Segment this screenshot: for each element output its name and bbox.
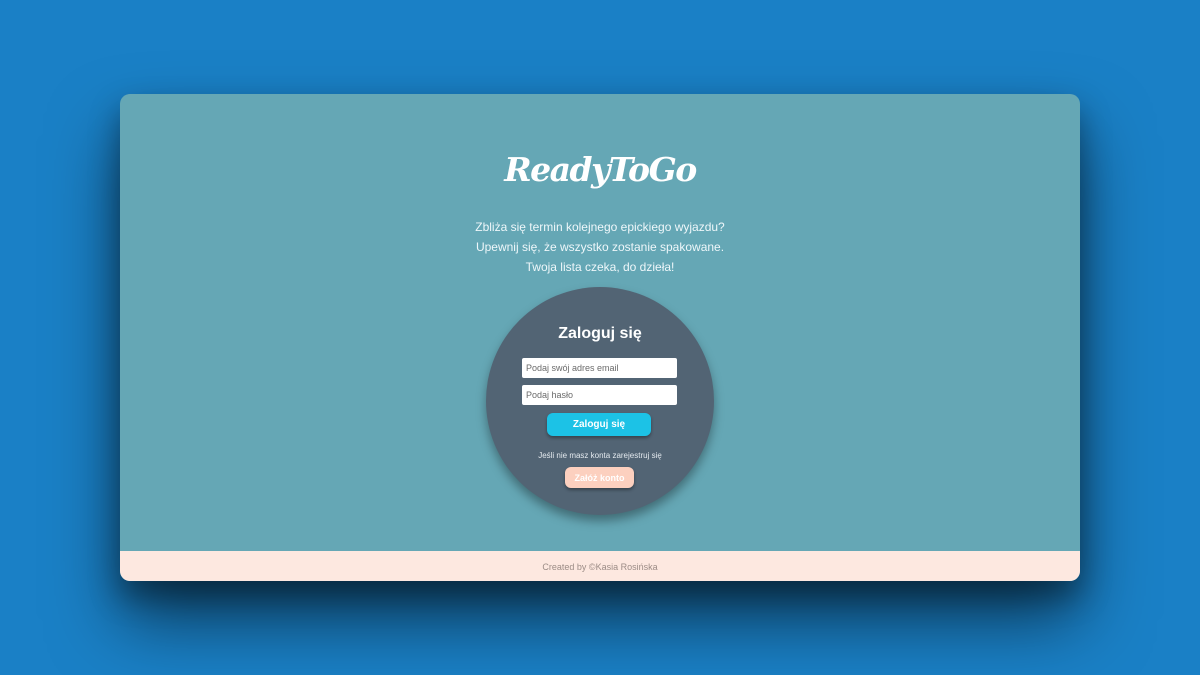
app-window: ReadyToGo Zbliża się termin kolejnego ep…	[120, 94, 1080, 581]
tagline-line-2: Upewnij się, że wszystko zostanie spakow…	[475, 240, 725, 254]
tagline: Zbliża się termin kolejnego epickiego wy…	[120, 217, 1080, 277]
register-button[interactable]: Załóż konto	[565, 467, 634, 488]
login-button[interactable]: Zaloguj się	[547, 413, 651, 436]
register-hint: Jeśli nie masz konta zarejestruj się	[538, 451, 662, 460]
login-title: Zaloguj się	[558, 325, 642, 342]
password-field[interactable]	[522, 385, 677, 405]
email-field[interactable]	[522, 358, 677, 378]
footer: Created by ©Kasia Rosińska	[120, 551, 1080, 581]
footer-credit: Created by ©Kasia Rosińska	[542, 562, 658, 572]
tagline-line-3: Twoja lista czeka, do dzieła!	[525, 260, 675, 274]
main-section: ReadyToGo Zbliża się termin kolejnego ep…	[120, 94, 1080, 551]
login-form: Zaloguj się Zaloguj się Jeśli nie masz k…	[486, 287, 714, 515]
app-logo: ReadyToGo	[504, 150, 697, 189]
tagline-line-1: Zbliża się termin kolejnego epickiego wy…	[475, 220, 725, 234]
